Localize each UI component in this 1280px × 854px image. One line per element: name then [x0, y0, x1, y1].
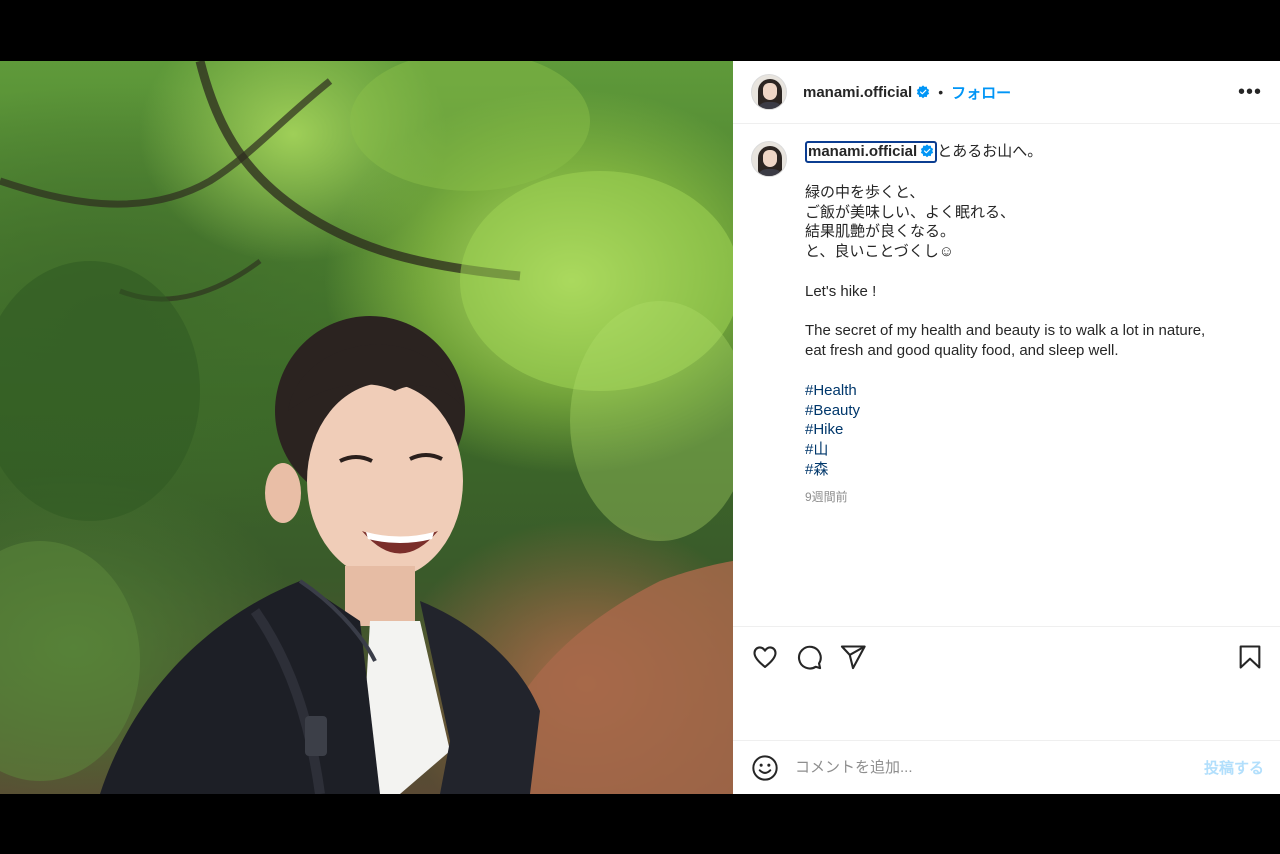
avatar[interactable] [751, 74, 787, 110]
more-options-icon[interactable]: ••• [1238, 82, 1262, 102]
caption-intro: とあるお山へ。 [937, 143, 1043, 160]
action-bar [733, 626, 1280, 686]
header-separator: • [938, 84, 944, 100]
post-photo[interactable] [0, 61, 733, 794]
caption-line [805, 262, 1245, 282]
emoji-icon[interactable] [751, 754, 779, 782]
likes-area [733, 686, 1280, 740]
caption-line: Let's hike ! [805, 282, 877, 300]
caption-text: manami.official とあるお山へ。 緑の中を歩くと、 ご飯が美味しい、… [805, 141, 1245, 626]
comment-input[interactable] [795, 759, 1204, 776]
hashtag-link[interactable]: #山 [805, 440, 1245, 460]
caption-username-link[interactable]: manami.official [805, 141, 938, 163]
post-timestamp[interactable]: 9週間前 [805, 488, 1245, 508]
header-username[interactable]: manami.official [803, 84, 912, 101]
heart-icon[interactable] [751, 643, 779, 671]
caption-first-line: manami.official とあるお山へ。 [805, 141, 1245, 163]
caption-line: と、良いことづくし☺ [805, 243, 955, 261]
photo-scene [0, 61, 733, 794]
caption-area: manami.official とあるお山へ。 緑の中を歩くと、 ご飯が美味しい、… [733, 124, 1280, 626]
caption-line: 緑の中を歩くと、 [805, 183, 925, 201]
comment-icon[interactable] [795, 643, 823, 671]
verified-badge-icon [917, 85, 930, 99]
hashtag-link[interactable]: #Beauty [805, 401, 1245, 421]
post-comment-button[interactable]: 投稿する [1204, 757, 1264, 778]
hashtag-link[interactable]: #Hike [805, 420, 1245, 440]
post-modal: manami.official • フォロー ••• manami.offici… [0, 61, 1280, 794]
comment-bar: 投稿する [733, 740, 1280, 794]
follow-button[interactable]: フォロー [951, 82, 1011, 103]
hashtag-link[interactable]: #Health [805, 381, 1245, 401]
caption-blank [805, 163, 1245, 183]
hashtag-link[interactable]: #森 [805, 460, 1245, 480]
bookmark-icon[interactable] [1236, 643, 1264, 671]
caption-line: 結果肌艶が良くなる。 [805, 223, 956, 241]
send-icon[interactable] [839, 643, 867, 671]
caption-avatar[interactable] [751, 141, 787, 177]
verified-badge-icon [921, 143, 934, 157]
caption-line: eat fresh and good quality food, and sle… [805, 342, 1119, 360]
caption-line [805, 361, 1245, 381]
caption-line: The secret of my health and beauty is to… [805, 322, 1206, 340]
post-side-panel: manami.official • フォロー ••• manami.offici… [733, 61, 1280, 794]
caption-line [805, 302, 1245, 322]
post-header: manami.official • フォロー ••• [733, 61, 1280, 124]
caption-line: ご飯が美味しい、よく眠れる、 [805, 203, 1016, 221]
